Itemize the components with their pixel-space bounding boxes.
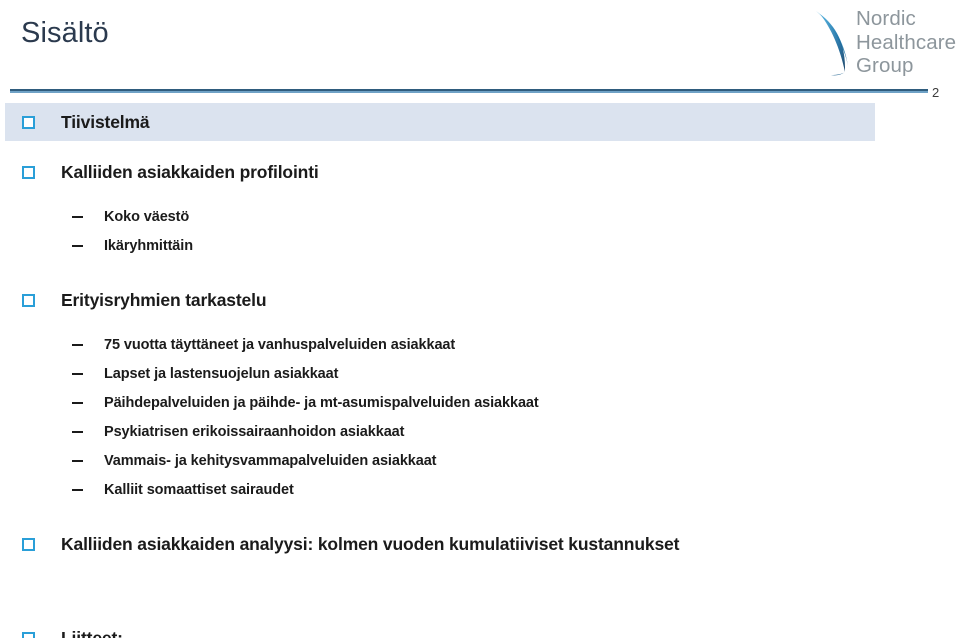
agenda-item-label: Lapset ja lastensuojelun asiakkaat	[104, 366, 339, 382]
agenda-item-label: Päihdepalveluiden ja päihde- ja mt-asumi…	[104, 395, 539, 411]
dash-bullet-icon	[72, 245, 83, 247]
agenda-item-level1[interactable]: Erityisryhmien tarkastelu	[0, 281, 960, 319]
agenda-item-level1[interactable]: Tiivistelmä	[0, 103, 960, 141]
slide-canvas: Sisältö Nordic Healthcare Group 2 Tiivis…	[0, 0, 960, 638]
dash-bullet-icon	[72, 402, 83, 404]
checkbox-square-bullet-icon	[22, 294, 35, 307]
agenda-item-label: 75 vuotta täyttäneet ja vanhuspalveluide…	[104, 337, 456, 353]
dash-bullet-icon	[72, 373, 83, 375]
agenda-item-label: Liitteet:	[61, 628, 123, 638]
agenda-item-level2[interactable]: Lapset ja lastensuojelun asiakkaat	[0, 360, 960, 389]
page-title: Sisältö	[21, 17, 109, 49]
divider-light-stripe	[10, 91, 928, 93]
logo-line-1: Nordic	[856, 7, 916, 30]
agenda-item-level2[interactable]: Koko väestö	[0, 203, 960, 232]
agenda-item-label: Psykiatrisen erikoissairaanhoidon asiakk…	[104, 424, 405, 440]
checkbox-square-bullet-icon	[22, 538, 35, 551]
agenda-item-label: Ikäryhmittäin	[104, 238, 193, 254]
agenda-item-label: Vammais- ja kehitysvammapalveluiden asia…	[104, 453, 437, 469]
agenda-item-label: Erityisryhmien tarkastelu	[61, 290, 267, 310]
header-divider-rule	[10, 89, 928, 93]
nordic-healthcare-group-leaf-mark-icon	[812, 8, 856, 78]
agenda-item-label: Kalliiden asiakkaiden profilointi	[61, 162, 319, 182]
checkbox-square-bullet-icon	[22, 116, 35, 129]
agenda-item-label: Kalliiden asiakkaiden analyysi: kolmen v…	[61, 534, 680, 554]
agenda-item-level2[interactable]: Vammais- ja kehitysvammapalveluiden asia…	[0, 447, 960, 476]
agenda-item-level2[interactable]: Psykiatrisen erikoissairaanhoidon asiakk…	[0, 418, 960, 447]
page-number: 2	[932, 85, 940, 100]
logo-wordmark: Nordic Healthcare Group	[856, 7, 956, 78]
checkbox-square-bullet-icon	[22, 632, 35, 638]
checkbox-square-bullet-icon	[22, 166, 35, 179]
dash-bullet-icon	[72, 431, 83, 433]
logo-line-2: Healthcare	[856, 30, 957, 54]
agenda-item-label: Koko väestö	[104, 209, 190, 225]
dash-bullet-icon	[72, 460, 83, 462]
dash-bullet-icon	[72, 216, 83, 218]
agenda-list: Tiivistelmä Kalliiden asiakkaiden profilo…	[0, 103, 960, 638]
agenda-item-label: Tiivistelmä	[61, 112, 150, 132]
agenda-item-level2[interactable]: Kalliit somaattiset sairaudet	[0, 476, 960, 505]
agenda-item-label: Kalliit somaattiset sairaudet	[104, 482, 294, 498]
agenda-item-level1[interactable]: Kalliiden asiakkaiden profilointi	[0, 153, 960, 191]
dash-bullet-icon	[72, 344, 83, 346]
logo: Nordic Healthcare Group	[812, 6, 960, 82]
agenda-item-level2[interactable]: Päihdepalveluiden ja päihde- ja mt-asumi…	[0, 389, 960, 418]
logo-line-3: Group	[856, 54, 914, 77]
agenda-item-level1[interactable]: Kalliiden asiakkaiden analyysi: kolmen v…	[0, 525, 960, 563]
agenda-item-level2[interactable]: Ikäryhmittäin	[0, 232, 960, 261]
agenda-item-level2[interactable]: 75 vuotta täyttäneet ja vanhuspalveluide…	[0, 331, 960, 360]
agenda-item-level1[interactable]: Liitteet:	[0, 619, 960, 638]
dash-bullet-icon	[72, 489, 83, 491]
